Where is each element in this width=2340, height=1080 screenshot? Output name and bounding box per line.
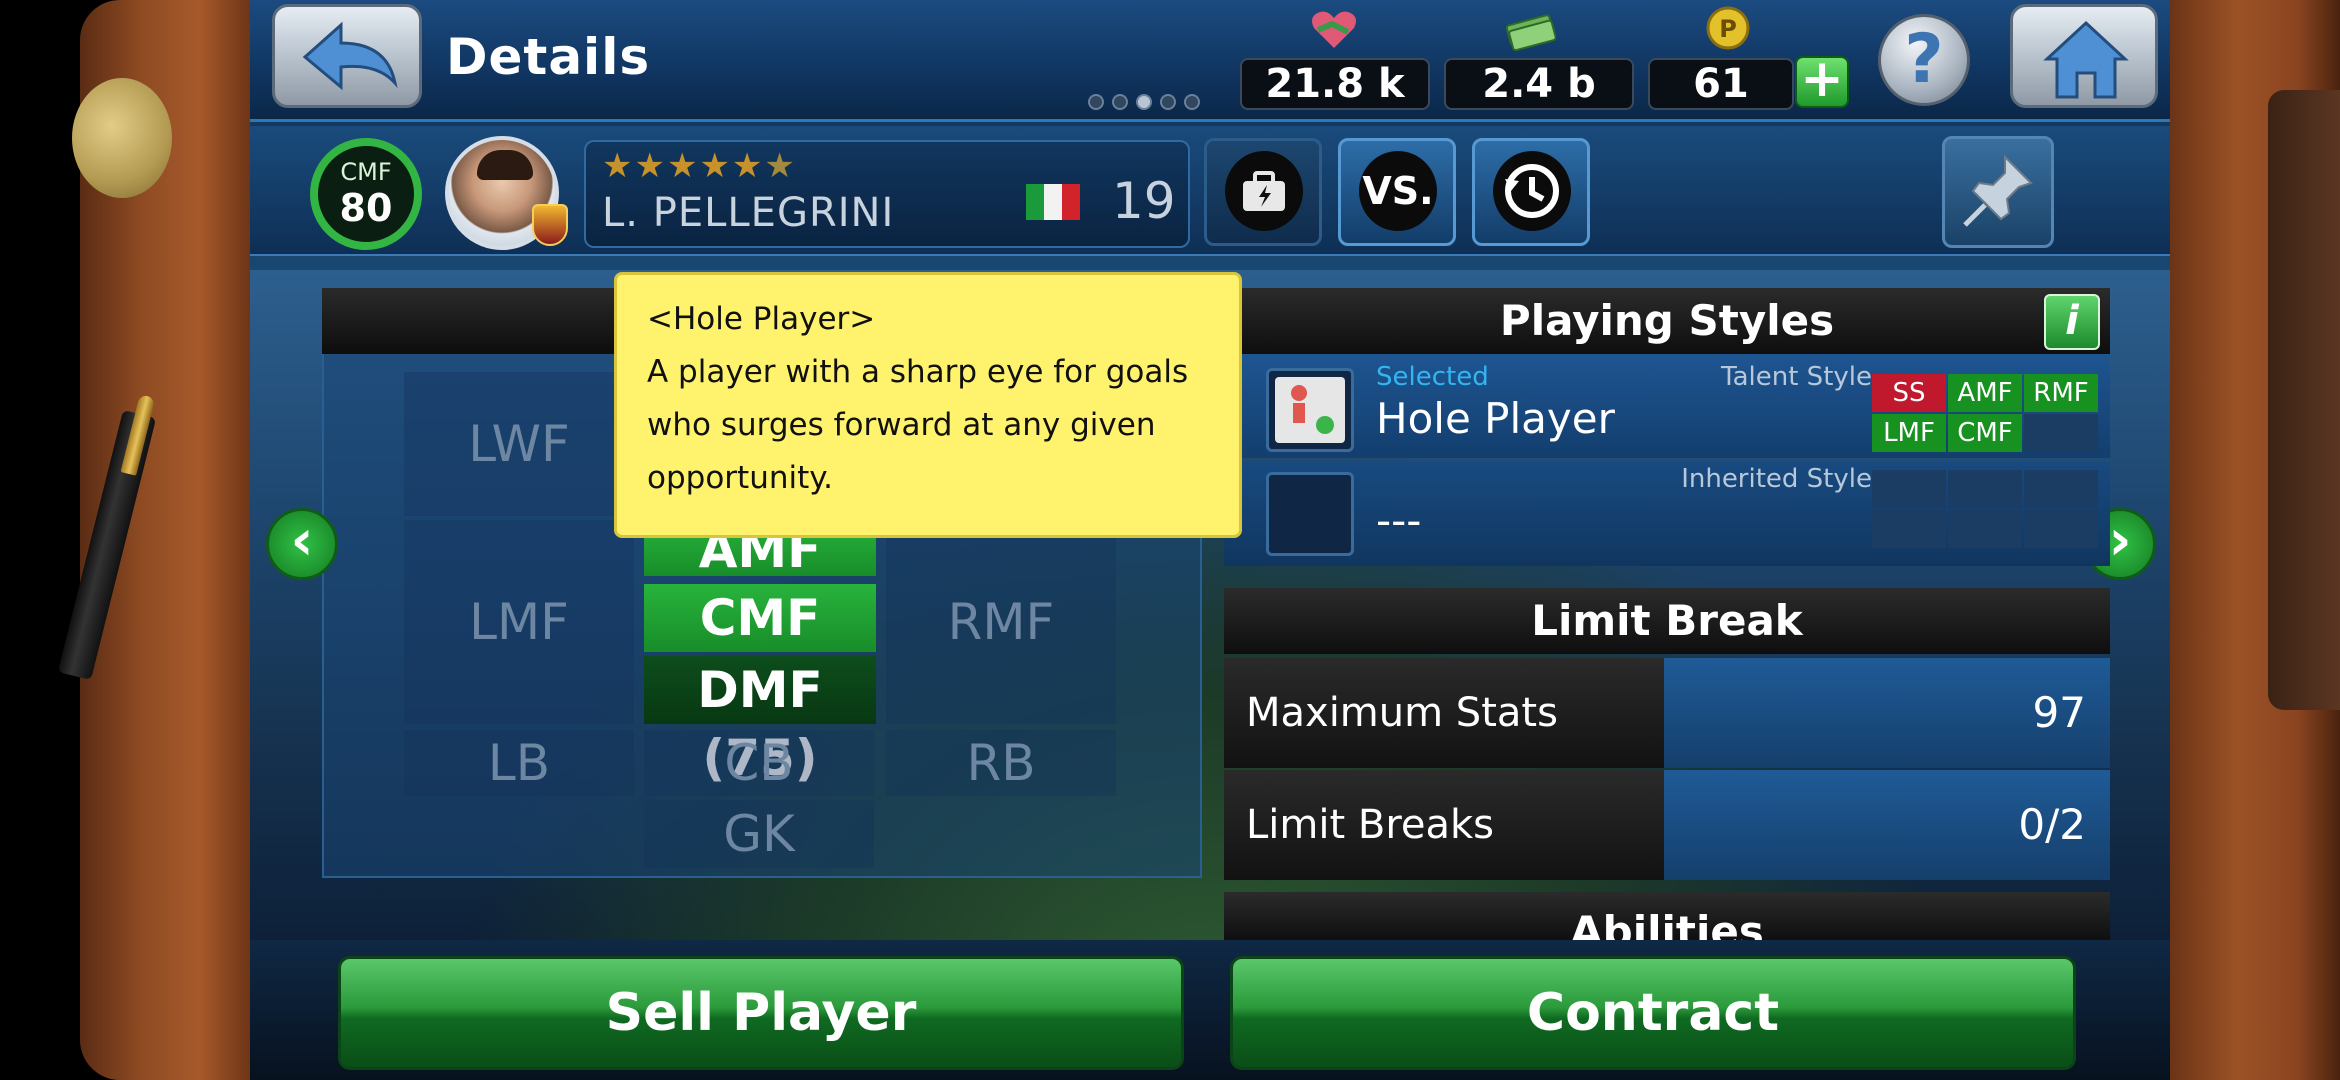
gp-handshake-icon <box>1312 11 1356 49</box>
talent-tag-ss: SS <box>1872 374 1946 412</box>
talent-tag-lmf: LMF <box>1872 414 1946 452</box>
info-button[interactable]: i <box>2044 294 2100 350</box>
empty-style-slot <box>1266 472 1354 556</box>
tooltip-line: who surges forward at any given <box>647 407 1156 443</box>
vs-label: VS. <box>1359 151 1437 231</box>
history-clock-icon <box>1493 151 1571 231</box>
playing-styles-title: Playing Styles <box>1499 296 1835 345</box>
page-dot <box>1160 94 1176 110</box>
history-button[interactable] <box>1472 138 1590 246</box>
style-tooltip: <Hole Player> A player with a sharp eye … <box>614 272 1242 538</box>
position-cell-lmf: LMF <box>404 520 634 724</box>
position-cell-rmf: RMF <box>886 520 1116 724</box>
inherited-style-label: Inherited Style <box>1681 464 1872 494</box>
talent-tag-rmf: RMF <box>2024 374 2098 412</box>
inherited-tag-slot <box>1948 510 2022 548</box>
training-button[interactable] <box>1204 138 1322 246</box>
talent-tag-amf: AMF <box>1948 374 2022 412</box>
talent-style-label: Talent Style <box>1721 362 1872 392</box>
page-indicator <box>1088 94 1200 110</box>
overall-rating: 80 <box>339 186 393 230</box>
tooltip-line: opportunity. <box>647 460 834 496</box>
position-cell-cb: CB <box>644 730 874 796</box>
position-label: CMF <box>340 158 392 186</box>
inherited-style-row[interactable]: Inherited Style --- <box>1224 462 2110 566</box>
playing-styles-heading: Playing Styles i <box>1224 288 2110 354</box>
selected-style-name: Hole Player <box>1376 394 1615 443</box>
selected-label: Selected <box>1376 362 1489 392</box>
sell-player-button[interactable]: Sell Player <box>338 956 1184 1070</box>
inherited-style-positions <box>1872 470 2098 548</box>
home-button[interactable] <box>2010 4 2158 108</box>
inherited-tag-slot <box>2024 470 2098 508</box>
player-name-panel: ★★★★★★ L. PELLEGRINI 19 <box>584 140 1190 248</box>
back-button[interactable] <box>272 4 422 108</box>
limit-breaks-label: Limit Breaks <box>1224 770 1664 880</box>
cash-counter: 2.4 b <box>1444 58 1634 110</box>
briefcase-bolt-icon <box>1225 151 1303 231</box>
limit-breaks-value: 0/2 <box>1664 770 2110 880</box>
page-dot <box>1112 94 1128 110</box>
star-rating-icon: ★★★★★★ <box>602 146 797 186</box>
roma-badge-icon <box>532 204 568 246</box>
position-cell-lwf: LWF <box>404 372 634 516</box>
tooltip-title: <Hole Player> <box>647 301 876 337</box>
position-cell-lb: LB <box>404 730 634 796</box>
position-rating-badge: CMF 80 <box>310 138 422 250</box>
pushpin-icon <box>1963 154 2033 227</box>
page-dot-active <box>1136 94 1152 110</box>
italy-flag-icon <box>1026 184 1080 220</box>
help-button[interactable]: ? <box>1878 14 1970 106</box>
page-dot <box>1184 94 1200 110</box>
abilities-heading: Abilities <box>1224 892 2110 942</box>
coin-icon: P <box>1706 6 1750 50</box>
position-cell-cmf: CMF (80) <box>644 584 876 715</box>
limit-break-heading: Limit Break <box>1224 588 2110 654</box>
svg-text:P: P <box>1719 15 1737 43</box>
compare-button[interactable]: VS. <box>1338 138 1456 246</box>
shirt-number: 19 <box>1112 172 1176 230</box>
inherited-style-name: --- <box>1376 496 1422 545</box>
contract-button[interactable]: Contract <box>1230 956 2076 1070</box>
selected-style-row[interactable]: Selected Talent Style Hole Player SS AMF… <box>1224 354 2110 458</box>
position-cell-dmf: DMF (75) <box>644 656 876 787</box>
inherited-tag-slot <box>2024 510 2098 548</box>
talent-tag-cmf: CMF <box>1948 414 2022 452</box>
pin-button[interactable] <box>1942 136 2054 248</box>
page-dot <box>1088 94 1104 110</box>
player-summary-bar: CMF 80 ★★★★★★ L. PELLEGRINI 19 VS. <box>250 126 2170 256</box>
inherited-tag-slot <box>1948 470 2022 508</box>
max-stats-label: Maximum Stats Value <box>1224 658 1664 846</box>
leather-book-decoration <box>2268 90 2340 710</box>
talent-tag-empty <box>2024 414 2098 452</box>
position-cell-rb: RB <box>886 730 1116 796</box>
limit-breaks-row: Limit Breaks 0/2 <box>1224 770 2110 880</box>
top-bar: Details 21.8 k 2.4 b P 61 + ? <box>250 0 2170 122</box>
wax-seal-decoration <box>72 78 172 198</box>
hole-player-style-icon <box>1266 368 1354 452</box>
coin-counter: 61 <box>1648 58 1794 110</box>
previous-arrow-button[interactable]: ‹ <box>266 508 338 580</box>
details-panel: Playing Styles i Selected Talent Style H… <box>1224 288 2110 942</box>
talent-style-positions: SS AMF RMF LMF CMF <box>1872 374 2098 452</box>
max-stats-row: Maximum Stats Value 97 <box>1224 658 2110 846</box>
gp-counter: 21.8 k <box>1240 58 1430 110</box>
back-arrow-icon <box>302 21 398 91</box>
game-screen: Details 21.8 k 2.4 b P 61 + ? CMF 80 ★★★… <box>250 0 2170 1080</box>
inherited-tag-slot <box>1872 510 1946 548</box>
add-coins-button[interactable]: + <box>1795 53 1849 108</box>
cash-stack-icon <box>1505 14 1556 52</box>
inherited-tag-slot <box>1872 470 1946 508</box>
position-cell-gk: GK <box>644 800 874 868</box>
page-title: Details <box>446 28 651 86</box>
tooltip-line: A player with a sharp eye for goals <box>647 354 1189 390</box>
max-stats-value: 97 <box>1664 658 2110 768</box>
player-name: L. PELLEGRINI <box>602 190 895 236</box>
home-icon <box>2043 20 2129 99</box>
